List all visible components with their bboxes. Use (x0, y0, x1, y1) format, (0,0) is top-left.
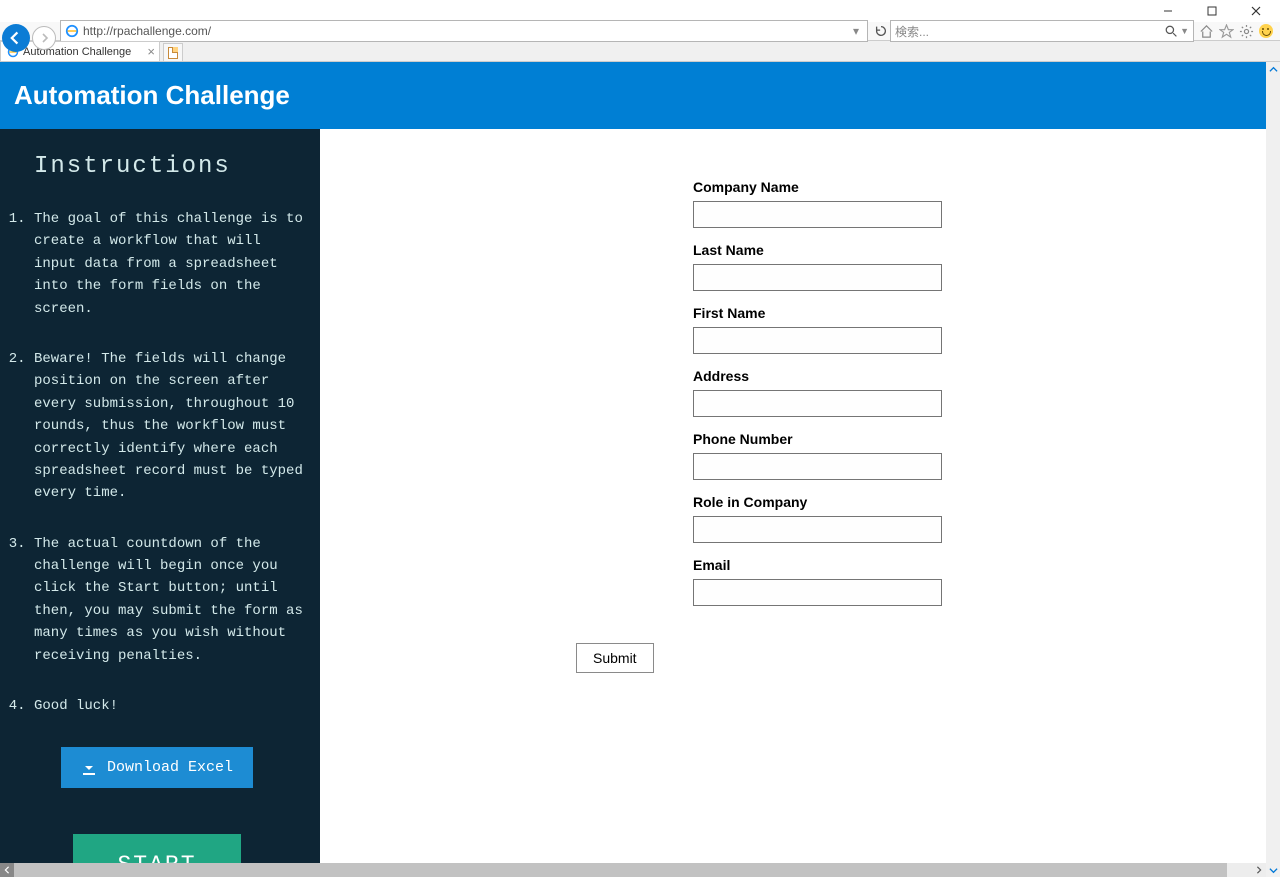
label-first-name: First Name (693, 305, 1266, 321)
field-address: Address (693, 368, 1266, 417)
input-company-name[interactable] (693, 201, 942, 228)
label-role-in-company: Role in Company (693, 494, 1266, 510)
tab-strip: Automation Challenge × (0, 41, 1280, 62)
field-phone-number: Phone Number (693, 431, 1266, 480)
instruction-item: The actual countdown of the challenge wi… (34, 533, 304, 667)
form-area: Company Name Last Name First Name Addres… (320, 129, 1266, 863)
instruction-item: Good luck! (34, 695, 304, 717)
download-icon (81, 760, 97, 776)
instructions-sidebar: Instructions The goal of this challenge … (0, 129, 320, 863)
input-address[interactable] (693, 390, 942, 417)
field-first-name: First Name (693, 305, 1266, 354)
instruction-item: Beware! The fields will change position … (34, 348, 304, 505)
window-close-button[interactable] (1234, 0, 1278, 22)
address-dropdown-icon[interactable]: ▾ (849, 24, 863, 38)
favorites-icon[interactable] (1218, 23, 1234, 39)
label-address: Address (693, 368, 1266, 384)
label-phone-number: Phone Number (693, 431, 1266, 447)
viewport: Automation Challenge Instructions The go… (0, 62, 1280, 877)
download-label: Download Excel (107, 759, 233, 776)
tab-close-button[interactable]: × (147, 44, 155, 59)
start-button[interactable]: START (73, 834, 240, 863)
horizontal-scrollbar[interactable] (0, 863, 1266, 877)
home-icon[interactable] (1198, 23, 1214, 39)
window-maximize-button[interactable] (1190, 0, 1234, 22)
window-titlebar (0, 0, 1280, 22)
field-email: Email (693, 557, 1266, 606)
label-company-name: Company Name (693, 179, 1266, 195)
scroll-thumb[interactable] (14, 863, 1227, 877)
nav-back-button[interactable] (2, 24, 30, 52)
page-content: Automation Challenge Instructions The go… (0, 62, 1266, 863)
address-text: http://rpachallenge.com/ (83, 24, 211, 38)
search-placeholder: 検索... (895, 23, 929, 40)
search-bar[interactable]: 検索... ▼ (890, 20, 1194, 42)
field-role-in-company: Role in Company (693, 494, 1266, 543)
window-minimize-button[interactable] (1146, 0, 1190, 22)
browser-toolbar: http://rpachallenge.com/ ▾ 検索... ▼ (0, 22, 1280, 41)
label-email: Email (693, 557, 1266, 573)
input-role-in-company[interactable] (693, 516, 942, 543)
scroll-up-icon[interactable] (1266, 62, 1280, 76)
instruction-item: The goal of this challenge is to create … (34, 208, 304, 320)
address-bar[interactable]: http://rpachallenge.com/ ▾ (60, 20, 868, 42)
download-excel-button[interactable]: Download Excel (61, 747, 253, 788)
input-phone-number[interactable] (693, 453, 942, 480)
search-dropdown-icon[interactable]: ▼ (1180, 26, 1189, 36)
search-icon[interactable] (1165, 25, 1178, 38)
scroll-right-icon[interactable] (1252, 863, 1266, 877)
input-email[interactable] (693, 579, 942, 606)
submit-button[interactable]: Submit (576, 643, 654, 673)
input-last-name[interactable] (693, 264, 942, 291)
feedback-smiley-icon[interactable] (1258, 23, 1274, 39)
instructions-heading: Instructions (34, 153, 304, 180)
reload-button[interactable] (872, 22, 890, 40)
vertical-scrollbar[interactable] (1266, 62, 1280, 877)
field-last-name: Last Name (693, 242, 1266, 291)
scroll-left-icon[interactable] (0, 863, 14, 877)
settings-icon[interactable] (1238, 23, 1254, 39)
field-company-name: Company Name (693, 179, 1266, 228)
input-first-name[interactable] (693, 327, 942, 354)
page-title: Automation Challenge (0, 62, 1266, 129)
label-last-name: Last Name (693, 242, 1266, 258)
scroll-down-icon[interactable] (1266, 863, 1280, 877)
ie-icon (65, 24, 79, 38)
new-tab-button[interactable] (163, 43, 183, 61)
instructions-list: The goal of this challenge is to create … (10, 208, 304, 717)
nav-forward-button[interactable] (32, 26, 56, 50)
